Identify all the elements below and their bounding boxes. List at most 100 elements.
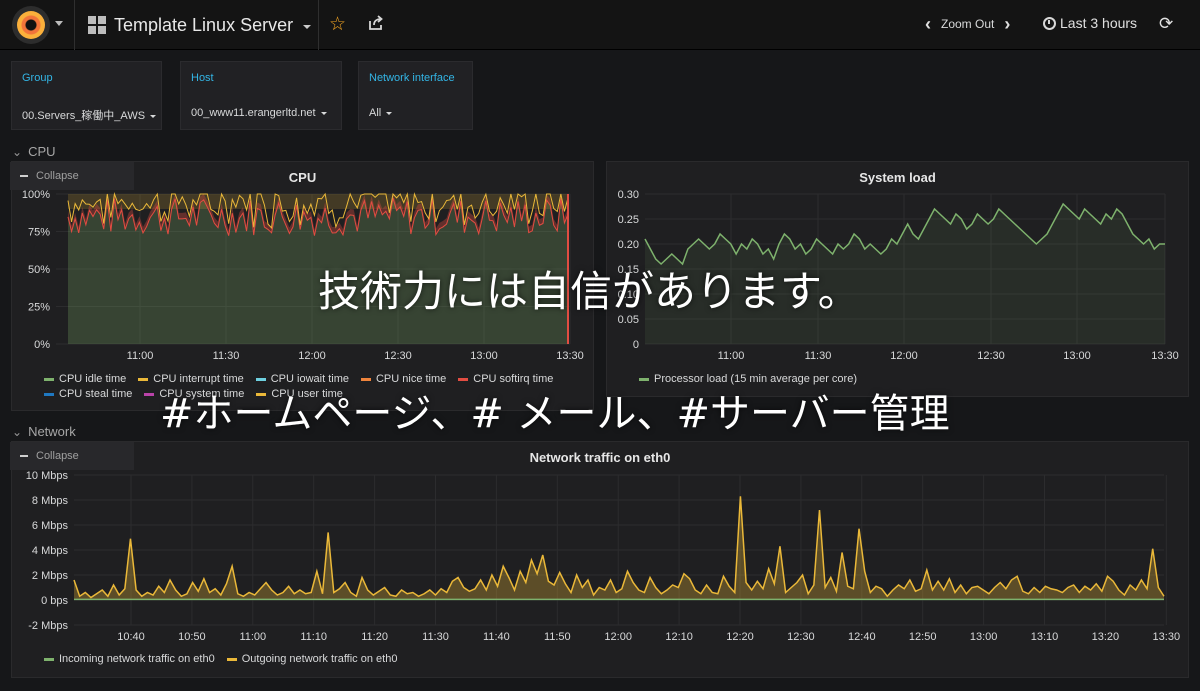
panel-network-traffic[interactable]: Network traffic on eth0 10 Mbps 8 Mbps 6 M… xyxy=(11,441,1189,678)
x-tick-label: 11:40 xyxy=(483,631,510,643)
dashboard-grid-icon xyxy=(88,16,106,34)
row-title-cpu[interactable]: ⌄ CPU xyxy=(12,144,56,159)
x-tick-label: 12:40 xyxy=(848,631,876,643)
legend-label: CPU idle time xyxy=(59,373,127,385)
x-tick-label: 12:10 xyxy=(665,631,693,643)
x-tick-label: 13:00 xyxy=(470,350,498,362)
x-tick-label: 13:30 xyxy=(1151,350,1179,362)
x-tick-label: 12:30 xyxy=(787,631,815,643)
collapse-button[interactable]: Collapse xyxy=(10,162,134,190)
dashboard-picker[interactable]: Template Linux Server xyxy=(88,13,312,37)
y-tick-label: 8 Mbps xyxy=(32,495,69,507)
variable-group: Group 00.Servers_稼働中_AWS xyxy=(11,61,162,130)
top-navbar: Template Linux Server ☆ ‹ Zoom Out › Las… xyxy=(0,0,1200,50)
series-line-outgoing-network-traffic-on-eth0 xyxy=(73,496,1165,599)
minus-icon xyxy=(20,455,28,457)
legend-swatch xyxy=(138,377,149,381)
legend-swatch xyxy=(44,392,54,396)
y-tick-label: 0% xyxy=(34,339,50,351)
legend-item[interactable]: CPU idle time xyxy=(44,373,126,385)
y-tick-label: 4 Mbps xyxy=(32,545,69,557)
refresh-icon[interactable]: ⟳ xyxy=(1159,14,1173,34)
variable-dropdown-host[interactable]: 00_www11.erangerltd.net xyxy=(191,107,327,119)
variable-dropdown-interface[interactable]: All xyxy=(369,107,393,119)
row-title-network[interactable]: ⌄ Network xyxy=(12,424,76,439)
share-icon[interactable] xyxy=(368,15,384,36)
x-tick-label: 11:00 xyxy=(127,350,154,362)
legend-label: CPU steal time xyxy=(59,388,133,400)
y-tick-label: 0 xyxy=(633,339,639,351)
variable-label: Network interface xyxy=(369,72,455,84)
x-tick-label: 12:00 xyxy=(298,350,326,362)
x-tick-label: 11:50 xyxy=(544,631,571,643)
legend-swatch xyxy=(144,392,155,396)
network-traffic-chart: 10 Mbps 8 Mbps 6 Mbps 4 Mbps 2 Mbps 0 bps -2 M… xyxy=(26,470,1180,643)
chevron-down-icon: ⌄ xyxy=(12,424,23,439)
legend-swatch xyxy=(226,657,237,661)
clock-icon xyxy=(1043,16,1056,30)
y-tick-label: 10 Mbps xyxy=(26,470,69,482)
variable-dropdown-group[interactable]: 00.Servers_稼働中_AWS xyxy=(22,107,157,123)
x-tick-label: 12:50 xyxy=(909,631,937,643)
chart-legend: Incoming network traffic on eth0 Outgoing… xyxy=(44,653,1144,665)
legend-item[interactable]: CPU steal time xyxy=(44,388,132,400)
x-tick-label: 13:10 xyxy=(1031,631,1059,643)
zoom-controls: ‹ Zoom Out › xyxy=(925,14,1010,34)
star-icon[interactable]: ☆ xyxy=(329,13,346,36)
series-area-cpu-user xyxy=(68,194,568,209)
time-range-label: Last 3 hours xyxy=(1060,15,1138,31)
y-tick-label: 2 Mbps xyxy=(32,570,69,582)
dashboard-title: Template Linux Server xyxy=(114,14,294,35)
overlay-heading: 技術力には自信があります。 xyxy=(318,267,860,316)
legend-label: Incoming network traffic on eth0 xyxy=(59,653,215,665)
x-tick-label: 11:30 xyxy=(213,350,240,362)
navbar-divider xyxy=(318,0,319,50)
legend-label: Outgoing network traffic on eth0 xyxy=(241,653,398,665)
y-tick-label: 75% xyxy=(28,227,50,239)
y-tick-label: 100% xyxy=(22,189,50,201)
x-tick-label: 11:20 xyxy=(361,631,388,643)
series-area-outgoing-network-traffic-on-eth0 xyxy=(74,496,1164,600)
x-tick-label: 13:00 xyxy=(1063,350,1091,362)
time-range-picker[interactable]: Last 3 hours xyxy=(1043,15,1137,31)
x-tick-label: 13:30 xyxy=(556,350,584,362)
collapse-button[interactable]: Collapse xyxy=(10,442,134,470)
y-tick-label: 0.30 xyxy=(618,189,639,201)
x-tick-label: 10:50 xyxy=(178,631,206,643)
legend-item[interactable]: Outgoing network traffic on eth0 xyxy=(226,653,398,665)
variable-label: Group xyxy=(22,72,53,84)
x-tick-label: 11:00 xyxy=(718,350,745,362)
legend-swatch xyxy=(44,377,54,381)
y-tick-label: 50% xyxy=(28,264,50,276)
overlay-tags: #ホームページ、# メール、#サーバー管理 xyxy=(160,391,950,437)
chevron-right-icon[interactable]: › xyxy=(1004,14,1010,34)
legend-swatch xyxy=(44,657,54,661)
x-tick-label: 12:00 xyxy=(890,350,918,362)
minus-icon xyxy=(20,175,28,177)
navbar-divider xyxy=(74,0,75,50)
x-tick-label: 13:20 xyxy=(1092,631,1120,643)
x-tick-label: 11:00 xyxy=(239,631,266,643)
chevron-down-icon xyxy=(303,25,312,29)
variable-label: Host xyxy=(191,72,214,84)
x-tick-label: 10:40 xyxy=(117,631,145,643)
x-tick-label: 13:00 xyxy=(970,631,998,643)
legend-item[interactable]: Incoming network traffic on eth0 xyxy=(44,653,215,665)
x-tick-label: 12:30 xyxy=(977,350,1005,362)
x-tick-label: 11:30 xyxy=(805,350,832,362)
x-tick-label: 12:30 xyxy=(384,350,412,362)
x-tick-label: 11:30 xyxy=(422,631,449,643)
chevron-left-icon[interactable]: ‹ xyxy=(925,14,931,34)
x-tick-label: 12:00 xyxy=(604,631,632,643)
y-tick-label: 0 bps xyxy=(41,595,68,607)
y-tick-label: -2 Mbps xyxy=(28,620,68,632)
y-tick-label: 6 Mbps xyxy=(32,520,69,532)
y-tick-label: 25% xyxy=(28,302,50,314)
grafana-logo-icon[interactable] xyxy=(12,6,50,44)
chevron-down-icon: ⌄ xyxy=(12,144,23,159)
zoom-out-button[interactable]: Zoom Out xyxy=(941,17,994,31)
logo-caret-icon[interactable] xyxy=(55,21,63,26)
y-tick-label: 0.20 xyxy=(618,239,639,251)
variable-network-interface: Network interface All xyxy=(358,61,473,130)
y-tick-label: 0.25 xyxy=(618,214,639,226)
